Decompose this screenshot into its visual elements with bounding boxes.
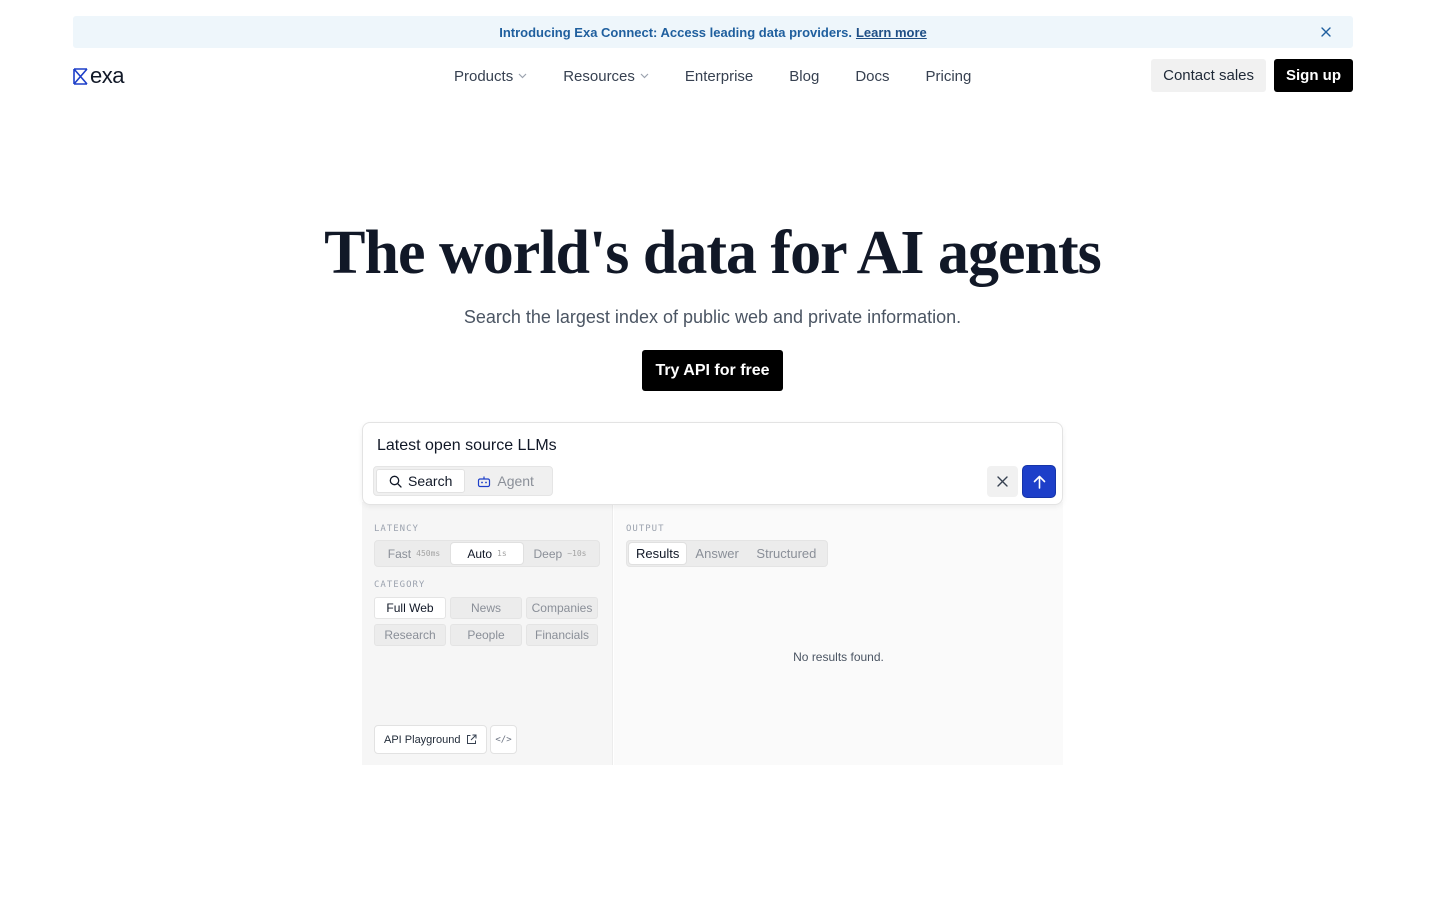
arrow-up-icon (1033, 475, 1045, 489)
hero-subtitle: Search the largest index of public web a… (463, 307, 962, 327)
mode-agent-label: Agent (497, 473, 534, 489)
category-full-web[interactable]: Full Web (374, 597, 446, 619)
latency-deep[interactable]: Deep ~10s (523, 543, 597, 564)
api-playground-label: API Playground (384, 733, 461, 746)
latency-fast-hint: 450ms (416, 549, 441, 558)
latency-auto[interactable]: Auto 1s (451, 543, 523, 564)
category-financials[interactable]: Financials (526, 624, 598, 646)
view-code-button[interactable]: </> (490, 725, 517, 754)
category-grid: Full Web News Companies Research People … (374, 597, 600, 646)
banner-text: Introducing Exa Connect: Access leading … (499, 24, 852, 40)
latency-deep-label: Deep (533, 546, 563, 561)
output-selector: Results Answer Structured (626, 540, 828, 567)
empty-results-message: No results found. (793, 650, 884, 664)
output-structured[interactable]: Structured (748, 543, 825, 564)
header-actions: Contact sales Sign up (1151, 59, 1353, 92)
robot-icon (478, 476, 491, 487)
nav-docs-label: Docs (855, 67, 890, 85)
mode-search-button[interactable]: Search (376, 469, 466, 493)
close-icon (1321, 27, 1331, 37)
category-people[interactable]: People (450, 624, 522, 646)
nav-docs[interactable]: Docs (855, 68, 889, 85)
latency-auto-hint: 1s (497, 549, 507, 558)
try-api-button[interactable]: Try API for free (642, 350, 783, 391)
nav-resources-label: Resources (563, 67, 635, 85)
external-link-icon (467, 734, 477, 744)
close-icon (997, 476, 1008, 487)
sign-up-button[interactable]: Sign up (1274, 59, 1353, 92)
search-demo: LATENCY Fast 450ms Auto 1s Deep ~10s CAT… (362, 422, 1063, 765)
banner-close-button[interactable] (1317, 23, 1335, 41)
category-companies[interactable]: Companies (526, 597, 598, 619)
category-news[interactable]: News (450, 597, 522, 619)
category-research[interactable]: Research (374, 624, 446, 646)
chevron-down-icon (640, 73, 649, 79)
nav-products-label: Products (454, 67, 514, 85)
nav-blog[interactable]: Blog (789, 68, 819, 85)
output-results[interactable]: Results (629, 543, 687, 564)
main-nav: Products Resources Enterprise Blog Docs … (454, 58, 1007, 94)
search-icon (389, 475, 402, 488)
output-panel: OUTPUT Results Answer Structured (614, 502, 1063, 765)
latency-deep-hint: ~10s (567, 549, 587, 558)
nav-resources[interactable]: Resources (563, 68, 649, 85)
mode-search-label: Search (408, 473, 453, 489)
code-icon: </> (495, 734, 512, 745)
nav-products[interactable]: Products (454, 68, 527, 85)
site-header: exa Products Resources Enterprise Blog D… (73, 58, 1353, 94)
output-answer[interactable]: Answer (686, 543, 747, 564)
banner-learn-more-link[interactable]: Learn more (856, 25, 927, 40)
clear-query-button[interactable] (987, 466, 1018, 497)
hero-title: The world's data for AI agents (324, 219, 1102, 287)
query-card: Latest open source LLMs Search Agent (362, 422, 1063, 505)
latency-selector: Fast 450ms Auto 1s Deep ~10s (374, 540, 600, 567)
announcement-banner: Introducing Exa Connect: Access leading … (73, 16, 1353, 48)
exa-logo-icon (73, 67, 88, 85)
api-playground-button[interactable]: API Playground (374, 725, 488, 754)
submit-query-button[interactable] (1023, 466, 1055, 497)
nav-enterprise-label: Enterprise (684, 67, 754, 85)
logo-text: exa (90, 63, 124, 88)
query-input[interactable]: Latest open source LLMs (377, 437, 557, 455)
chevron-down-icon (518, 73, 527, 79)
mode-toggle: Search Agent (373, 466, 553, 496)
nav-pricing[interactable]: Pricing (926, 68, 972, 85)
latency-fast[interactable]: Fast 450ms (377, 543, 451, 564)
nav-pricing-label: Pricing (925, 67, 972, 85)
latency-label: LATENCY (374, 524, 419, 534)
contact-sales-button[interactable]: Contact sales (1151, 59, 1266, 92)
nav-blog-label: Blog (789, 67, 820, 85)
logo[interactable]: exa (73, 63, 124, 89)
mode-agent-button[interactable]: Agent (465, 469, 546, 493)
latency-fast-label: Fast (387, 546, 412, 561)
latency-auto-label: Auto (467, 546, 493, 561)
output-label: OUTPUT (626, 524, 665, 534)
nav-enterprise[interactable]: Enterprise (685, 68, 753, 85)
category-label: CATEGORY (374, 580, 426, 590)
